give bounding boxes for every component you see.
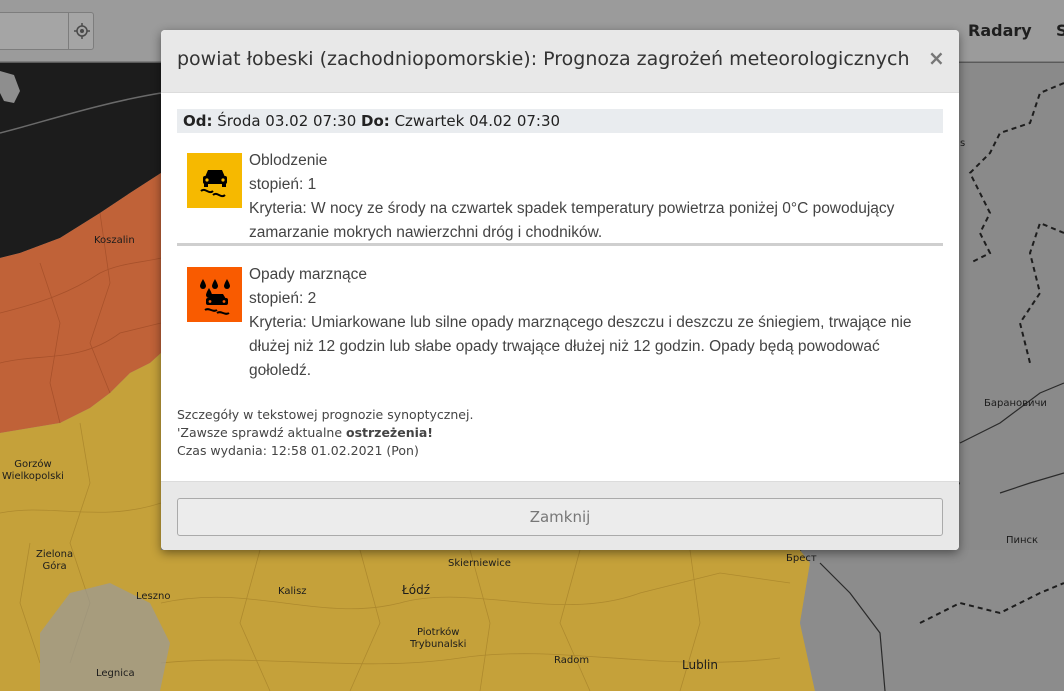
warning-level: stopień: 1 xyxy=(249,176,317,193)
warning-name: Opady marznące xyxy=(249,266,368,283)
freezing-rain-icon xyxy=(187,267,242,322)
notes-synoptic: Szczegóły w tekstowej prognozie synoptyc… xyxy=(177,407,474,422)
validity-period: Od: Środa 03.02 07:30 Do: Czwartek 04.02… xyxy=(177,109,943,133)
modal-title: powiat łobeski (zachodniopomorskie): Pro… xyxy=(177,48,910,70)
modal-header: powiat łobeski (zachodniopomorskie): Pro… xyxy=(161,30,959,93)
modal-footer: Zamknij xyxy=(161,481,959,550)
warning-text: Oblodzenie stopień: 1 Kryteria: W nocy z… xyxy=(249,149,939,245)
warning-modal: powiat łobeski (zachodniopomorskie): Pro… xyxy=(161,30,959,550)
from-label: Od: xyxy=(183,112,213,130)
slippery-road-icon xyxy=(187,153,242,208)
close-icon[interactable]: × xyxy=(928,47,945,69)
warning-text: Opady marznące stopień: 2 Kryteria: Umia… xyxy=(249,263,939,383)
warnings-link[interactable]: ostrzeżenia! xyxy=(346,425,433,440)
close-button[interactable]: Zamknij xyxy=(177,498,943,536)
notes-check-prefix: 'Zawsze sprawdź aktualne xyxy=(177,425,347,440)
notes-issue-time: Czas wydania: 12:58 01.02.2021 (Pon) xyxy=(177,443,419,458)
warning-criteria: Kryteria: W nocy ze środy na czwartek sp… xyxy=(249,200,895,241)
notes-check-warnings: 'Zawsze sprawdź aktualne ostrzeżenia! xyxy=(177,424,473,442)
from-value: Środa 03.02 07:30 xyxy=(217,112,357,130)
to-value: Czwartek 04.02 07:30 xyxy=(394,112,561,130)
warning-level: stopień: 2 xyxy=(249,290,317,307)
forecast-notes: Szczegóły w tekstowej prognozie synoptyc… xyxy=(177,406,473,460)
warning-divider xyxy=(177,243,943,246)
to-label: Do: xyxy=(361,112,390,130)
warning-name: Oblodzenie xyxy=(249,152,328,169)
warning-criteria: Kryteria: Umiarkowane lub silne opady ma… xyxy=(249,314,912,379)
